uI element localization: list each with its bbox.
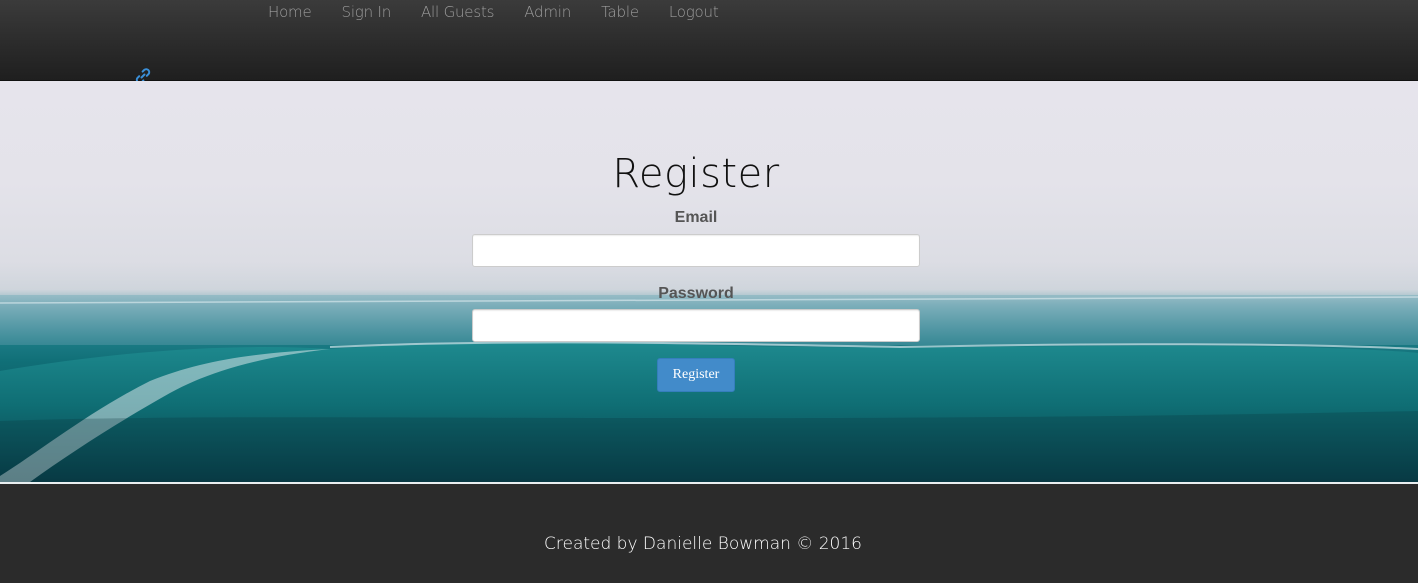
nav-link-sign-in[interactable]: Sign In bbox=[342, 3, 422, 21]
ocean-wave-image bbox=[0, 295, 1418, 482]
password-label: Password bbox=[658, 285, 734, 302]
footer-credit: Created by Danielle Bowman © 2016 bbox=[544, 534, 862, 554]
nav-item-sign-in: Sign In bbox=[342, 3, 422, 21]
nav-link-home[interactable]: Home bbox=[268, 3, 342, 21]
nav-link-logout[interactable]: Logout bbox=[669, 3, 749, 21]
nav-link-table[interactable]: Table bbox=[601, 3, 669, 21]
nav-menu: Home Sign In All Guests Admin Table Logo… bbox=[268, 3, 749, 21]
email-label: Email bbox=[674, 209, 718, 226]
email-field[interactable] bbox=[472, 234, 920, 267]
nav-item-home: Home bbox=[268, 3, 342, 21]
page-title: Register bbox=[612, 151, 780, 197]
nav-link-all-guests[interactable]: All Guests bbox=[421, 3, 524, 21]
nav-item-logout: Logout bbox=[669, 3, 749, 21]
nav-item-admin: Admin bbox=[524, 3, 601, 21]
password-field[interactable] bbox=[472, 309, 920, 342]
hero-background bbox=[0, 81, 1418, 482]
nav-item-all-guests: All Guests bbox=[421, 3, 524, 21]
nav-link-admin[interactable]: Admin bbox=[524, 3, 601, 21]
nav-item-table: Table bbox=[601, 3, 669, 21]
top-navbar: Home Sign In All Guests Admin Table Logo… bbox=[0, 0, 1418, 84]
register-button[interactable]: Register bbox=[657, 358, 735, 392]
footer: Created by Danielle Bowman © 2016 bbox=[0, 484, 1418, 583]
